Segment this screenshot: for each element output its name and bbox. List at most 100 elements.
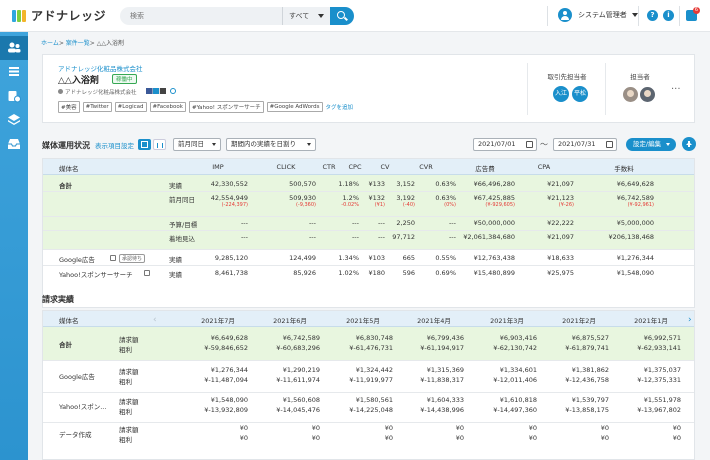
header-divider: [638, 6, 639, 26]
billing-cell: ¥0: [311, 424, 320, 432]
table-cell: 9,285,120: [214, 254, 248, 262]
sidebar-item-inbox[interactable]: [0, 132, 28, 156]
column-header[interactable]: IMP: [188, 163, 248, 171]
media-logos-icon: [146, 88, 167, 94]
tag[interactable]: #Yahoo! スポンサーサーチ: [188, 101, 264, 113]
table-icon: [141, 141, 148, 148]
display-settings-link[interactable]: 表示項目設定: [95, 140, 134, 150]
chart-view-button[interactable]: [153, 139, 166, 150]
media-name[interactable]: Google広告: [59, 254, 95, 264]
campaign-name: △△入浴剤: [58, 76, 99, 86]
column-header[interactable]: 手数料: [594, 163, 654, 173]
search-scope-select[interactable]: すべて: [282, 6, 330, 25]
profit-cell: ¥0: [528, 434, 537, 442]
export-icon[interactable]: [682, 137, 696, 151]
tag[interactable]: #Facebook: [149, 102, 186, 112]
logo-mark-icon: [12, 9, 26, 22]
column-header[interactable]: 広告費: [455, 163, 515, 173]
user-menu[interactable]: システム管理者: [558, 8, 638, 22]
profit-cell: ¥0: [600, 434, 609, 442]
billing-cell: ¥1,334,601: [499, 366, 537, 374]
billing-row-name[interactable]: Yahoo!スポン...: [59, 401, 106, 411]
sidebar-item-reports[interactable]: [0, 60, 28, 84]
month-header[interactable]: 2021年3月: [477, 315, 537, 325]
settings-icon[interactable]: [144, 270, 150, 276]
billing-cell: ¥1,551,978: [643, 396, 681, 404]
app-logo[interactable]: アドナレッジ: [12, 7, 120, 24]
table-cell: 42,554,949: [210, 194, 248, 202]
profit-label: 粗利: [119, 346, 132, 354]
date-from-input[interactable]: 2021/07/01: [473, 138, 537, 151]
profit-cell: ¥-11,838,317: [420, 376, 464, 384]
breadcrumb-home[interactable]: ホーム: [41, 40, 59, 47]
period-select[interactable]: 期間内の実績を日割り: [226, 138, 316, 151]
column-header[interactable]: CPA: [514, 163, 574, 171]
column-header[interactable]: 媒体名: [59, 315, 79, 325]
search-button[interactable]: [330, 6, 354, 25]
sidebar-item-users[interactable]: [0, 36, 28, 60]
billing-cell: ¥0: [455, 424, 464, 432]
billing-cell: ¥0: [600, 424, 609, 432]
diff-cell: (¥-92,961): [627, 202, 654, 208]
profit-cell: ¥-12,436,758: [565, 376, 609, 384]
prev-month-arrow-icon[interactable]: ‹: [153, 316, 157, 325]
billing-label: 請求額: [119, 398, 139, 406]
sidebar-item-budget[interactable]: [0, 84, 28, 108]
tag[interactable]: #Google AdWords: [266, 102, 323, 112]
tag[interactable]: #美容: [58, 101, 80, 113]
campaign-card: アドナレッジ化粧品株式会社 △△入浴剤 稼働中 アドナレッジ化粧品株式会社 #美…: [42, 54, 695, 123]
billing-label: 請求額: [119, 336, 139, 344]
notification-icon[interactable]: 6: [686, 7, 700, 21]
client-rep-avatar[interactable]: 平松: [572, 86, 588, 102]
next-month-arrow-icon[interactable]: ›: [688, 316, 692, 325]
billing-cell: ¥0: [528, 424, 537, 432]
settings-edit-button[interactable]: 設定/編集: [626, 138, 676, 151]
month-header[interactable]: 2021年5月: [333, 315, 393, 325]
owner-avatar[interactable]: [640, 87, 655, 102]
billing-cell: ¥1,375,037: [643, 366, 681, 374]
billing-row-name[interactable]: データ作成: [59, 429, 92, 439]
diff-cell: (¥-26): [558, 202, 574, 208]
month-header[interactable]: 2021年2月: [549, 315, 609, 325]
column-header[interactable]: CVR: [396, 163, 456, 171]
profit-cell: ¥-13,858,175: [565, 406, 609, 414]
profit-cell: ¥-59,846,652: [204, 344, 248, 352]
help-icon[interactable]: ?: [647, 10, 658, 21]
billing-row-name[interactable]: Google広告: [59, 371, 95, 381]
link-icon[interactable]: [170, 88, 177, 94]
settings-icon[interactable]: [110, 255, 116, 261]
date-to-input[interactable]: 2021/07/31: [553, 138, 617, 151]
compare-select[interactable]: 前月同日: [173, 138, 221, 151]
billing-row-name: 合計: [59, 341, 72, 349]
profit-label: 粗利: [119, 378, 132, 386]
more-options-icon[interactable]: ...: [671, 81, 681, 92]
month-header[interactable]: 2021年4月: [404, 315, 464, 325]
profit-cell: ¥0: [239, 434, 248, 442]
month-header[interactable]: 2021年7月: [188, 315, 248, 325]
owner-avatar[interactable]: [623, 87, 638, 102]
row-divider: [43, 265, 694, 266]
card-divider: [527, 63, 528, 115]
users-icon: [8, 42, 21, 53]
row-divider: [43, 191, 694, 192]
tag[interactable]: #Logicad: [114, 102, 147, 112]
billing-cell: ¥1,548,090: [210, 396, 248, 404]
media-name[interactable]: Yahoo!スポンサーサーチ: [59, 269, 133, 279]
breadcrumb: ホーム> 案件一覧> △△入浴剤: [41, 38, 124, 47]
add-tag-link[interactable]: タグを追加: [326, 103, 354, 111]
tag[interactable]: #Twitter: [82, 102, 112, 112]
billing-cell: ¥6,903,416: [499, 334, 537, 342]
info-icon[interactable]: i: [663, 10, 674, 21]
column-header[interactable]: 媒体名: [59, 163, 79, 173]
sidebar-item-layers[interactable]: [0, 108, 28, 132]
billing-label: 請求額: [119, 426, 139, 434]
top-bar: アドナレッジ すべて システム管理者 ? i 6: [0, 0, 710, 32]
month-header[interactable]: 2021年6月: [260, 315, 320, 325]
month-header[interactable]: 2021年1月: [621, 315, 681, 325]
client-rep-avatar[interactable]: 入江: [553, 86, 569, 102]
table-view-button[interactable]: [138, 139, 151, 150]
header-divider: [547, 6, 548, 26]
breadcrumb-list[interactable]: 案件一覧: [66, 40, 90, 47]
company-link[interactable]: アドナレッジ化粧品株式会社: [58, 63, 143, 73]
search-input[interactable]: [120, 6, 282, 25]
